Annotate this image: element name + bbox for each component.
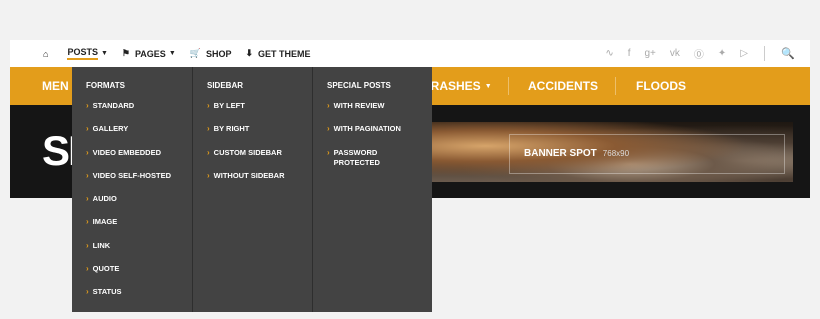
search-icon[interactable]: 🔍 [781, 40, 795, 67]
chevron-right-icon: › [207, 101, 210, 110]
menu-item[interactable]: › Image [86, 217, 171, 240]
posts-mega-menu: Formats › Standard › Gallery › Video Embedd… [72, 67, 432, 312]
category-floods-label: Floods [636, 79, 686, 93]
banner-ad[interactable]: Banner Spot 768x90 [431, 122, 793, 182]
chevron-right-icon: › [327, 101, 330, 110]
banner-title: Banner Spot [524, 148, 597, 159]
nav-get-theme[interactable]: ⬇ Get Theme [245, 40, 310, 67]
chevron-right-icon: › [86, 124, 89, 134]
top-nav-menu: ⌂ Posts ▼ ⚑ Pages ▼ 🛒 Shop ⬇ Get Theme [43, 40, 325, 67]
category-separator [508, 77, 509, 95]
column-title: Sidebar [207, 81, 244, 90]
menu-item[interactable]: › Status [86, 287, 171, 310]
chevron-right-icon: › [327, 147, 330, 157]
rss-icon[interactable]: ∿ [605, 48, 613, 59]
chevron-right-icon: › [86, 101, 89, 110]
menu-item[interactable]: › Without Sidebar [207, 171, 285, 194]
menu-item[interactable]: › With Review [327, 101, 407, 124]
chevron-down-icon: ▼ [100, 50, 108, 57]
sidebar-list: › By Left › By Right › Custom Sidebar › With… [207, 101, 285, 194]
pinterest-icon[interactable]: ⓪ [694, 46, 704, 61]
chevron-right-icon: › [207, 147, 210, 157]
google-plus-icon[interactable]: g+ [645, 48, 656, 59]
menu-item[interactable]: › Link [86, 241, 171, 264]
category-separator [615, 77, 616, 95]
home-icon: ⌂ [43, 48, 49, 59]
chevron-right-icon: › [86, 287, 89, 297]
nav-shop-label: Shop [205, 48, 232, 59]
menu-item[interactable]: › Custom Sidebar [207, 148, 285, 171]
chevron-down-icon: ▼ [168, 50, 176, 57]
chevron-right-icon: › [207, 124, 210, 134]
nav-posts-label: Posts [67, 47, 98, 60]
social-links: ∿ f g+ vk ⓪ ✦ ▷ [591, 40, 748, 67]
category-accidents-label: Accidents [528, 79, 599, 93]
nav-posts[interactable]: Posts ▼ [67, 40, 108, 67]
chevron-right-icon: › [207, 170, 210, 180]
chevron-right-icon: › [86, 217, 89, 227]
banner-size: 768x90 [602, 149, 630, 158]
menu-item[interactable]: › Password Protected [327, 148, 407, 171]
facebook-icon[interactable]: f [628, 48, 631, 59]
menu-column-special-posts: Special Posts › With Review › With Paginat… [312, 67, 432, 312]
category-men[interactable]: Men [42, 67, 69, 105]
vk-icon[interactable]: vk [670, 48, 680, 59]
formats-list: › Standard › Gallery › Video Embedded › Vide… [86, 101, 171, 311]
nav-shop[interactable]: 🛒 Shop [190, 40, 232, 67]
menu-item[interactable]: › Gallery [86, 124, 171, 147]
special-posts-list: › With Review › With Pagination › Password … [327, 101, 407, 171]
download-icon: ⬇ [245, 48, 254, 58]
menu-item[interactable]: › With Pagination [327, 124, 407, 147]
category-floods[interactable]: Floods [636, 67, 686, 105]
menu-item[interactable]: › By Right [207, 124, 285, 147]
chevron-right-icon: › [86, 240, 89, 250]
shop-icon: 🛒 [189, 48, 201, 58]
menu-item[interactable]: › Video Embedded [86, 148, 171, 171]
menu-item[interactable]: › By Left [207, 101, 285, 124]
column-title: Special Posts [327, 81, 391, 90]
divider [764, 46, 765, 61]
category-crashes[interactable]: Crashes ▼ [422, 67, 492, 105]
chevron-right-icon: › [86, 264, 89, 274]
twitter-icon[interactable]: ✦ [718, 48, 726, 59]
banner-label: Banner Spot 768x90 [524, 148, 629, 159]
menu-item[interactable]: › Quote [86, 264, 171, 287]
menu-item[interactable]: › Standard [86, 101, 171, 124]
chevron-right-icon: › [86, 147, 89, 157]
chevron-down-icon: ▼ [484, 82, 492, 90]
chevron-right-icon: › [86, 194, 89, 204]
chevron-right-icon: › [327, 124, 330, 134]
column-title: Formats [86, 81, 125, 90]
nav-pages-label: Pages [134, 48, 166, 59]
flag-icon: ⚑ [121, 48, 130, 58]
category-men-label: Men [42, 79, 69, 93]
menu-item[interactable]: › Audio [86, 194, 171, 217]
nav-pages[interactable]: ⚑ Pages ▼ [122, 40, 176, 67]
category-accidents[interactable]: Accidents [528, 67, 598, 105]
menu-column-formats: Formats › Standard › Gallery › Video Embedd… [72, 67, 192, 312]
chevron-right-icon: › [86, 170, 89, 180]
menu-item[interactable]: › Video Self-Hosted [86, 171, 171, 194]
nav-home[interactable]: ⌂ [43, 40, 53, 67]
menu-column-sidebar: Sidebar › By Left › By Right › Custom Sideb… [192, 67, 312, 312]
nav-get-theme-label: Get Theme [258, 48, 311, 59]
youtube-icon[interactable]: ▷ [740, 48, 748, 59]
top-navigation-bar: ⌂ Posts ▼ ⚑ Pages ▼ 🛒 Shop ⬇ Get Theme ∿… [10, 40, 810, 67]
